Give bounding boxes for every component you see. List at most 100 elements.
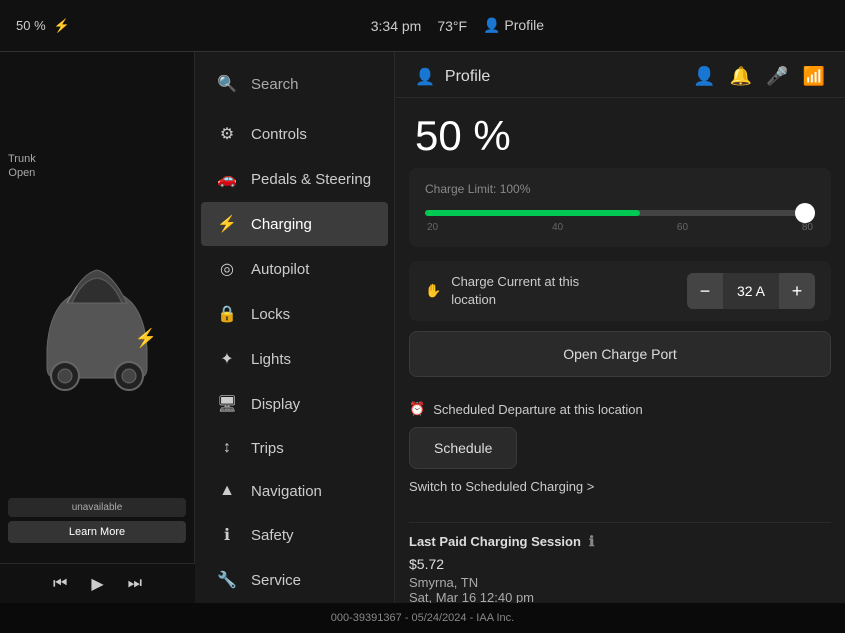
- bottom-bar-text: 000-39391367 - 05/24/2024 - IAA Inc.: [331, 612, 514, 624]
- sidebar-item-pedals[interactable]: 🚗 Pedals & Steering: [201, 157, 388, 201]
- last-paid-header: Last Paid Charging Session ℹ: [409, 533, 831, 550]
- slider-ticks: 20 40 60 80: [425, 222, 815, 233]
- charging-icon: ⚡: [217, 214, 237, 234]
- decrement-button[interactable]: −: [687, 273, 723, 309]
- clock-icon: ⏰: [409, 401, 425, 417]
- sidebar-item-trips[interactable]: ↕ Trips: [201, 427, 388, 469]
- battery-percentage: 50 %: [395, 98, 845, 168]
- navigation-label: Navigation: [251, 483, 322, 500]
- lights-icon: ✦: [217, 349, 237, 369]
- open-charge-port-button[interactable]: Open Charge Port: [409, 331, 831, 377]
- header-icons: 👤 🔔 🎤 📶: [693, 66, 825, 87]
- service-icon: 🔧: [217, 570, 237, 590]
- display-icon: 🖥: [217, 394, 237, 414]
- autopilot-label: Autopilot: [251, 261, 309, 278]
- profile-icon: 👤: [483, 17, 500, 33]
- sidebar-item-locks[interactable]: 🔒 Locks: [201, 292, 388, 336]
- search-item[interactable]: 🔍 Search: [201, 64, 388, 104]
- person-icon: 👤: [693, 66, 715, 87]
- current-time: 3:34 pm: [371, 18, 422, 34]
- profile-link[interactable]: 👤 Profile: [483, 17, 544, 34]
- last-paid-location: Smyrna, TN: [409, 575, 831, 590]
- display-label: Display: [251, 396, 300, 413]
- sidebar-item-lights[interactable]: ✦ Lights: [201, 337, 388, 381]
- switch-charging-link[interactable]: Switch to Scheduled Charging >: [409, 479, 831, 494]
- car-status-bottom: unavailable Learn More: [8, 498, 186, 543]
- battery-status: 50 %: [16, 18, 46, 33]
- tick-80: 80: [802, 222, 813, 233]
- pedals-icon: 🚗: [217, 169, 237, 189]
- last-paid-date: Sat, Mar 16 12:40 pm: [409, 590, 831, 603]
- profile-header-icon: 👤: [415, 67, 435, 87]
- sidebar: 🔍 Search ⚙ Controls 🚗 Pedals & Steering …: [195, 52, 395, 603]
- content-area: 👤 Profile 👤 🔔 🎤 📶 50 % Charge Limit: 100…: [395, 52, 845, 603]
- status-bar: 50 % ⚡ 3:34 pm 73°F 👤 Profile: [0, 0, 845, 52]
- scheduled-title: ⏰ Scheduled Departure at this location: [409, 401, 831, 417]
- charge-current-value: 32 A: [723, 273, 779, 309]
- service-label: Service: [251, 572, 301, 589]
- scheduled-departure-section: ⏰ Scheduled Departure at this location S…: [409, 391, 831, 512]
- charging-label: Charging: [251, 216, 312, 233]
- charge-slider-thumb[interactable]: [795, 203, 815, 223]
- status-center: 3:34 pm 73°F 👤 Profile: [86, 17, 829, 34]
- media-controls: ⏮ ▶ ⏭: [0, 563, 195, 603]
- charge-limit-label: Charge Limit: 100%: [425, 182, 815, 196]
- charging-indicator: ⚡: [54, 18, 70, 34]
- sidebar-item-controls[interactable]: ⚙ Controls: [201, 112, 388, 156]
- last-paid-amount: $5.72: [409, 556, 831, 572]
- locks-icon: 🔒: [217, 304, 237, 324]
- next-button[interactable]: ⏭: [128, 575, 142, 593]
- safety-icon: ℹ: [217, 525, 237, 545]
- charge-current-row: ✋ Charge Current at this location − 32 A…: [409, 261, 831, 321]
- prev-button[interactable]: ⏮: [53, 575, 67, 593]
- autopilot-icon: ◎: [217, 259, 237, 279]
- navigation-icon: ▲: [217, 482, 237, 500]
- charge-current-label: ✋ Charge Current at this location: [425, 273, 605, 309]
- car-visual: ⚡: [17, 228, 177, 428]
- last-paid-section: Last Paid Charging Session ℹ $5.72 Smyrn…: [409, 522, 831, 603]
- car-panel: TrunkOpen: [0, 52, 195, 603]
- sidebar-item-safety[interactable]: ℹ Safety: [201, 513, 388, 557]
- content-header-title: 👤 Profile: [415, 67, 490, 87]
- search-icon: 🔍: [217, 74, 237, 94]
- hand-icon: ✋: [425, 282, 441, 300]
- tick-40: 40: [552, 222, 563, 233]
- alert-icon[interactable]: 🔔: [730, 66, 752, 87]
- charge-slider-fill: [425, 210, 640, 216]
- sidebar-item-navigation[interactable]: ▲ Navigation: [201, 470, 388, 512]
- play-button[interactable]: ▶: [91, 574, 103, 594]
- charge-limit-section: Charge Limit: 100% 20 40 60 80: [409, 168, 831, 247]
- car-lightning-icon: ⚡: [135, 328, 157, 349]
- info-icon: ℹ: [589, 533, 594, 550]
- charge-current-control: − 32 A +: [687, 273, 815, 309]
- status-bar-left: 50 % ⚡: [16, 18, 70, 34]
- learn-more-button[interactable]: Learn More: [8, 521, 186, 543]
- header-profile-label: Profile: [445, 68, 490, 86]
- controls-icon: ⚙: [217, 124, 237, 144]
- main-layout: TrunkOpen: [0, 52, 845, 603]
- microphone-icon[interactable]: 🎤: [766, 66, 788, 87]
- trunk-label: TrunkOpen: [8, 152, 36, 181]
- lights-label: Lights: [251, 351, 291, 368]
- increment-button[interactable]: +: [779, 273, 815, 309]
- schedule-button[interactable]: Schedule: [409, 427, 517, 469]
- locks-label: Locks: [251, 306, 290, 323]
- signal-icon: 📶: [803, 66, 825, 87]
- tick-60: 60: [677, 222, 688, 233]
- charge-slider-track[interactable]: [425, 210, 815, 216]
- safety-label: Safety: [251, 527, 294, 544]
- sidebar-item-charging[interactable]: ⚡ Charging: [201, 202, 388, 246]
- search-label: Search: [251, 76, 299, 93]
- sidebar-item-display[interactable]: 🖥 Display: [201, 382, 388, 426]
- content-header: 👤 Profile 👤 🔔 🎤 📶: [395, 52, 845, 98]
- bottom-bar: 000-39391367 - 05/24/2024 - IAA Inc.: [0, 603, 845, 633]
- temperature: 73°F: [437, 18, 467, 34]
- controls-label: Controls: [251, 126, 307, 143]
- unavailable-badge: unavailable: [8, 498, 186, 517]
- tick-20: 20: [427, 222, 438, 233]
- trips-icon: ↕: [217, 439, 237, 457]
- trips-label: Trips: [251, 440, 284, 457]
- sidebar-item-service[interactable]: 🔧 Service: [201, 558, 388, 602]
- sidebar-item-autopilot[interactable]: ◎ Autopilot: [201, 247, 388, 291]
- pedals-label: Pedals & Steering: [251, 171, 371, 188]
